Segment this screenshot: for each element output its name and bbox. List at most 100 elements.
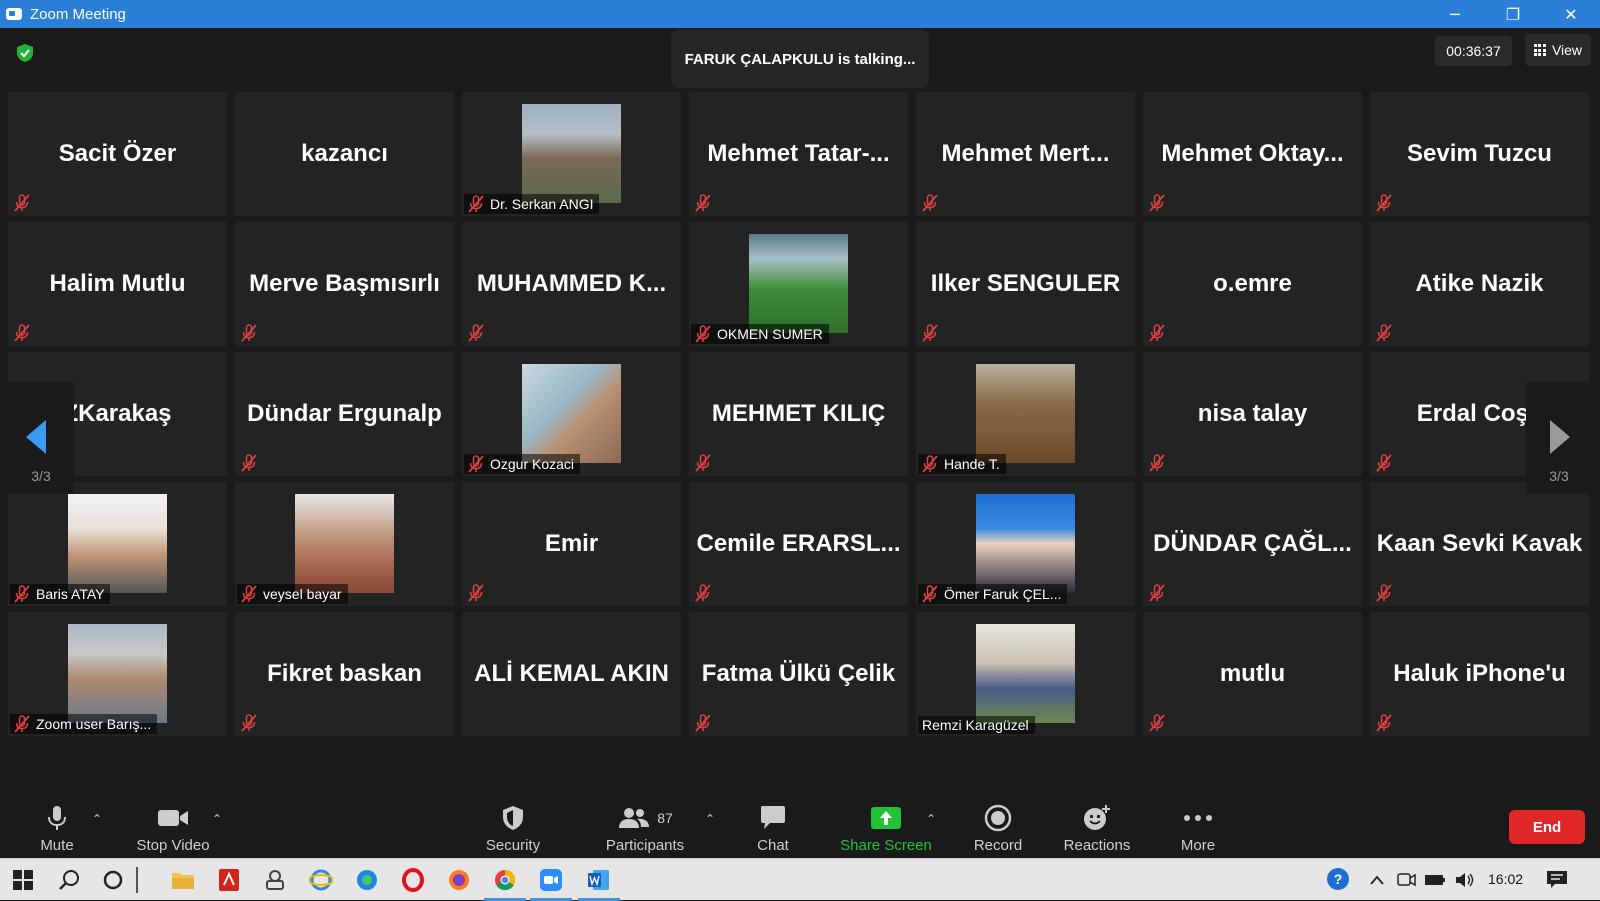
participant-name: Fikret baskan <box>267 660 422 687</box>
share-screen-button[interactable]: Share Screen <box>838 800 934 858</box>
participant-tile[interactable]: Fatma Ülkü Çelik <box>689 612 908 736</box>
muted-microphone-icon <box>1149 194 1165 212</box>
battery-icon[interactable] <box>1420 865 1450 895</box>
participant-tile[interactable]: Ömer Faruk ÇEL... <box>916 482 1135 606</box>
participants-button[interactable]: 87 Participants <box>600 800 690 858</box>
file-explorer-icon[interactable] <box>168 865 198 895</box>
view-button[interactable]: View <box>1525 34 1591 66</box>
participant-tile[interactable]: Remzi Karagüzel <box>916 612 1135 736</box>
participant-tile[interactable]: kazancı <box>235 92 454 216</box>
participant-tile[interactable]: Halim Mutlu <box>8 222 227 346</box>
cortana-icon[interactable] <box>98 865 128 895</box>
participant-tile[interactable]: DÜNDAR ÇAĞL... <box>1143 482 1362 606</box>
participant-tile[interactable]: nisa talay <box>1143 352 1362 476</box>
video-camera-icon <box>158 810 188 826</box>
participant-tile[interactable]: Mehmet Tatar-... <box>689 92 908 216</box>
more-button[interactable]: More <box>1174 800 1222 858</box>
participant-tile[interactable]: Cemile ERARSL... <box>689 482 908 606</box>
windows-start-icon[interactable] <box>8 865 38 895</box>
participant-tile[interactable]: Dündar Ergunalp <box>235 352 454 476</box>
reactions-button[interactable]: Reactions <box>1060 800 1134 858</box>
participant-name-label: veysel bayar <box>237 584 348 604</box>
muted-microphone-icon <box>695 325 711 343</box>
page-indicator-left: 3/3 <box>31 468 51 484</box>
edge-browser-icon[interactable] <box>352 865 382 895</box>
participant-tile[interactable]: Hande T. <box>916 352 1135 476</box>
meeting-timer: 00:36:37 <box>1435 36 1512 66</box>
meeting-toolbar: Mute ⌃ Stop Video ⌃ Security 87 Particip… <box>0 800 1600 858</box>
opera-browser-icon[interactable] <box>398 865 428 895</box>
next-page-button[interactable]: 3/3 <box>1526 382 1592 494</box>
participant-video-thumbnail <box>749 234 848 333</box>
participant-tile[interactable]: Mehmet Mert... <box>916 92 1135 216</box>
security-button[interactable]: Security <box>480 800 546 858</box>
notifications-icon[interactable] <box>1542 865 1572 895</box>
word-app-icon[interactable] <box>578 865 620 901</box>
audio-options-caret[interactable]: ⌃ <box>92 812 102 826</box>
chrome-browser-icon[interactable] <box>484 865 526 901</box>
internet-explorer-icon[interactable] <box>306 865 336 895</box>
search-icon[interactable] <box>54 865 84 895</box>
participant-tile[interactable]: Ozgur Kozaci <box>462 352 681 476</box>
encryption-shield-icon[interactable] <box>14 42 36 64</box>
participant-tile[interactable]: Emir <box>462 482 681 606</box>
participant-tile[interactable]: OKMEN SUMER <box>689 222 908 346</box>
participant-tile[interactable]: MEHMET KILIÇ <box>689 352 908 476</box>
prev-page-button[interactable]: 3/3 <box>8 382 74 494</box>
muted-microphone-icon <box>468 195 484 213</box>
firefox-browser-icon[interactable] <box>444 865 474 895</box>
participant-tile[interactable]: o.emre <box>1143 222 1362 346</box>
participant-tile[interactable]: MUHAMMED K... <box>462 222 681 346</box>
participant-tile[interactable]: mutlu <box>1143 612 1362 736</box>
participant-tile[interactable]: Haluk iPhone'u <box>1370 612 1589 736</box>
participant-tile[interactable]: veysel bayar <box>235 482 454 606</box>
participant-tile[interactable]: Merve Başmısırlı <box>235 222 454 346</box>
muted-microphone-icon <box>695 714 711 732</box>
taskbar-clock[interactable]: 16:02 <box>1488 871 1523 887</box>
participants-options-caret[interactable]: ⌃ <box>705 812 715 826</box>
close-button[interactable]: ✕ <box>1542 0 1600 28</box>
participant-tile[interactable]: Kaan Sevki Kavak <box>1370 482 1589 606</box>
chat-label: Chat <box>757 837 789 854</box>
participant-tile[interactable]: ALİ KEMAL AKIN <box>462 612 681 736</box>
windows-taskbar: ? 16:02 <box>0 858 1600 901</box>
restore-button[interactable]: ❐ <box>1484 0 1542 28</box>
participant-tile[interactable]: Atike Nazik <box>1370 222 1589 346</box>
participant-name-label: Dr. Serkan ANGI <box>464 194 600 214</box>
participant-tile[interactable]: Fikret baskan <box>235 612 454 736</box>
participant-name: Emir <box>544 530 599 557</box>
mute-button[interactable]: Mute <box>34 800 80 858</box>
participant-name-label: OKMEN SUMER <box>691 324 829 344</box>
minimize-button[interactable]: ─ <box>1426 0 1484 28</box>
participant-tile[interactable]: Sevim Tuzcu <box>1370 92 1589 216</box>
volume-icon[interactable] <box>1450 865 1480 895</box>
muted-microphone-icon <box>922 455 938 473</box>
participant-name: Sevim Tuzcu <box>1407 140 1552 167</box>
participant-tile[interactable]: Dr. Serkan ANGI <box>462 92 681 216</box>
show-hidden-icons-chevron-icon[interactable] <box>1362 865 1392 895</box>
stop-video-button[interactable]: Stop Video <box>130 800 216 858</box>
participant-tile[interactable]: Zoom user Barış... <box>8 612 227 736</box>
participant-tile[interactable]: Baris ATAY <box>8 482 227 606</box>
participant-name: Mehmet Tatar-... <box>707 140 890 167</box>
participant-tile[interactable]: Mehmet Oktay... <box>1143 92 1362 216</box>
record-button[interactable]: Record <box>970 800 1026 858</box>
share-options-caret[interactable]: ⌃ <box>926 812 936 826</box>
muted-microphone-icon <box>14 715 30 733</box>
muted-microphone-icon <box>922 324 938 342</box>
window-controls: ─ ❐ ✕ <box>1426 0 1600 28</box>
participant-video-thumbnail <box>976 364 1075 463</box>
participant-video-thumbnail <box>68 624 167 723</box>
chat-button[interactable]: Chat <box>750 800 796 858</box>
video-options-caret[interactable]: ⌃ <box>212 812 222 826</box>
participants-count: 87 <box>657 810 673 826</box>
end-meeting-button[interactable]: End <box>1509 810 1585 844</box>
help-icon[interactable]: ? <box>1324 865 1354 895</box>
acrobat-reader-icon[interactable] <box>214 865 244 895</box>
participant-tile[interactable]: Sacit Özer <box>8 92 227 216</box>
zoom-taskbar-icon[interactable] <box>530 865 572 901</box>
remote-app-icon[interactable] <box>260 865 290 895</box>
participant-name: MUHAMMED K... <box>476 270 667 297</box>
participant-tile[interactable]: Ilker SENGULER <box>916 222 1135 346</box>
meet-now-icon[interactable] <box>1392 865 1422 895</box>
